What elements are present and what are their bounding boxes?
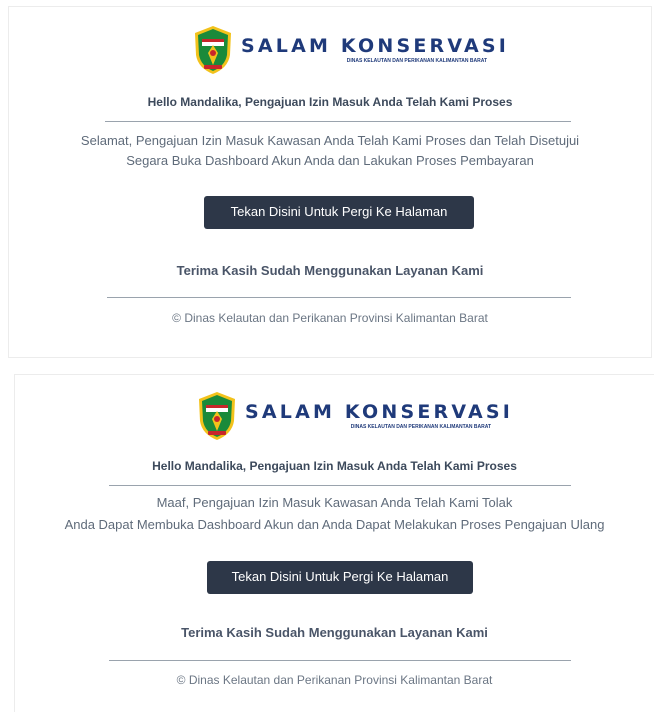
message-line-2: Segara Buka Dashboard Akun Anda dan Laku… xyxy=(126,153,534,168)
brand-subtitle: DINAS KELAUTAN DAN PERIKANAN KALIMANTAN … xyxy=(350,424,492,430)
email-rejected-card: SALAM KONSERVASI DINAS KELAUTAN DAN PERI… xyxy=(14,374,654,712)
brand-subtitle: DINAS KELAUTAN DAN PERIKANAN KALIMANTAN … xyxy=(346,58,488,64)
divider xyxy=(105,121,571,122)
footer-copyright: © Dinas Kelautan dan Perikanan Provinsi … xyxy=(176,673,493,687)
divider xyxy=(109,485,571,486)
divider xyxy=(107,297,571,298)
email-approved-card: SALAM KONSERVASI DINAS KELAUTAN DAN PERI… xyxy=(8,6,652,358)
go-to-page-button[interactable]: Tekan Disini Untuk Pergi Ke Halaman xyxy=(207,561,473,594)
message-line-2: Anda Dapat Membuka Dashboard Akun dan An… xyxy=(64,517,605,532)
brand-header: SALAM KONSERVASI DINAS KELAUTAN DAN PERI… xyxy=(193,25,509,75)
divider xyxy=(109,660,571,661)
west-kalimantan-emblem-icon xyxy=(199,392,235,440)
brand-title: SALAM KONSERVASI xyxy=(241,35,510,57)
greeting: Hello Mandalika, Pengajuan Izin Masuk An… xyxy=(152,459,517,473)
footer-copyright: © Dinas Kelautan dan Perikanan Provinsi … xyxy=(172,311,488,325)
message-line-1: Selamat, Pengajuan Izin Masuk Kawasan An… xyxy=(80,133,580,148)
west-kalimantan-emblem-icon xyxy=(195,26,231,74)
greeting: Hello Mandalika, Pengajuan Izin Masuk An… xyxy=(147,95,513,109)
thanks-text: Terima Kasih Sudah Menggunakan Layanan K… xyxy=(181,625,488,640)
brand-title: SALAM KONSERVASI xyxy=(245,401,514,423)
thanks-text: Terima Kasih Sudah Menggunakan Layanan K… xyxy=(176,263,484,278)
brand-header: SALAM KONSERVASI DINAS KELAUTAN DAN PERI… xyxy=(197,391,513,441)
go-to-page-button[interactable]: Tekan Disini Untuk Pergi Ke Halaman xyxy=(204,196,474,229)
message-line-1: Maaf, Pengajuan Izin Masuk Kawasan Anda … xyxy=(156,495,513,510)
